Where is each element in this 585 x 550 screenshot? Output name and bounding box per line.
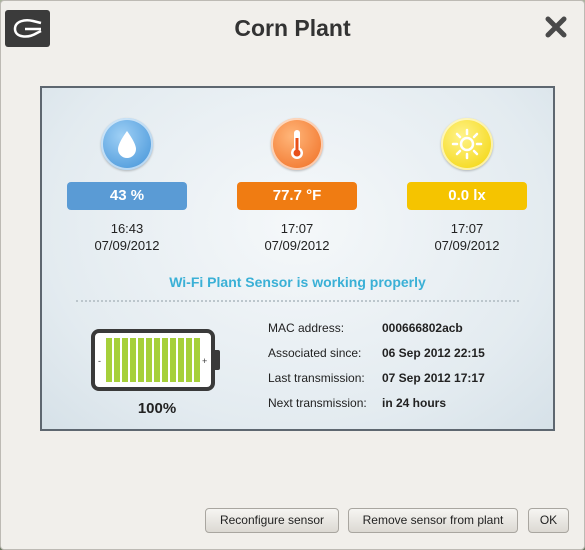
battery-cell [154,338,160,382]
battery-cell [138,338,144,382]
info-label: MAC address: [268,321,345,335]
temperature-time-text: 17:07 [280,221,314,236]
info-last-transmission: Last transmission: 07 Sep 2012 17:17 [268,371,485,385]
info-value: 07 Sep 2012 17:17 [382,371,485,385]
light-value: 0.0 lx [407,182,527,210]
info-label: Associated since: [268,346,362,360]
remove-sensor-button[interactable]: Remove sensor from plant [348,508,518,533]
battery-cell [106,338,112,382]
svg-text:-: - [98,356,101,366]
battery-cell [162,338,168,382]
battery-cell [186,338,192,382]
battery-cell [122,338,128,382]
info-next-transmission: Next transmission: in 24 hours [268,396,446,410]
info-value: 000666802acb [382,321,463,335]
reconfigure-sensor-button[interactable]: Reconfigure sensor [205,508,339,533]
moisture-time-text: 16:43 [110,221,144,236]
light-time-text: 17:07 [450,221,484,236]
info-label: Last transmission: [268,371,365,385]
moisture-sensor: 43 % 16:43 07/09/2012 [67,118,187,254]
info-associated: Associated since: 06 Sep 2012 22:15 [268,346,485,360]
light-time: 17:07 07/09/2012 [407,220,527,254]
svg-text:+: + [202,356,207,366]
moisture-time: 16:43 07/09/2012 [67,220,187,254]
status-message: Wi-Fi Plant Sensor is working properly [169,274,426,290]
light-sensor: 0.0 lx 17:07 07/09/2012 [407,118,527,254]
info-mac: MAC address: 000666802acb [268,321,463,335]
battery-cell [194,338,200,382]
sun-icon [441,118,493,170]
battery-cell [178,338,184,382]
dialog-title: Corn Plant [234,15,351,41]
temperature-value: 77.7 °F [237,182,357,210]
water-drop-icon [101,118,153,170]
battery-cell [170,338,176,382]
close-icon[interactable] [544,15,568,39]
thermometer-icon [271,118,323,170]
info-label: Next transmission: [268,396,367,410]
battery-cell [130,338,136,382]
moisture-date-text: 07/09/2012 [94,238,160,253]
temperature-sensor: 77.7 °F 17:07 07/09/2012 [237,118,357,254]
battery-cell [114,338,120,382]
temperature-date-text: 07/09/2012 [264,238,330,253]
battery-percent: 100% [137,400,177,417]
dialog: Corn Plant 43 % 16:43 07/09/2012 77.7 °F… [0,0,585,550]
ok-button[interactable]: OK [528,508,569,533]
info-value: 06 Sep 2012 22:15 [382,346,485,360]
battery-cell [146,338,152,382]
light-date-text: 07/09/2012 [434,238,500,253]
info-value: in 24 hours [382,396,447,410]
temperature-time: 17:07 07/09/2012 [237,220,357,254]
divider [76,300,519,302]
battery-icon: - + [90,328,222,392]
sensor-panel: 43 % 16:43 07/09/2012 77.7 °F 17:07 07/0… [40,86,555,431]
moisture-value: 43 % [67,182,187,210]
